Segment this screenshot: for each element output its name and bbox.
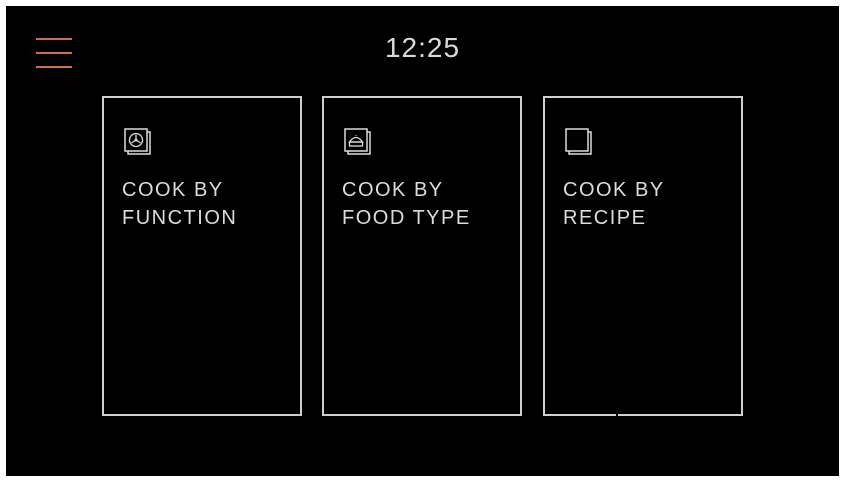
- cook-by-function-line2: FUNCTION: [122, 207, 238, 229]
- oven-display-screen: 12:25 COOK BY FUNCTION COOK BY FOOD TYPE: [6, 6, 839, 476]
- cook-by-recipe-line1: COOK BY: [563, 179, 665, 201]
- cook-by-recipe-card[interactable]: COOK BY RECIPE: [543, 96, 743, 416]
- cook-by-food-type-line1: COOK BY: [342, 179, 444, 201]
- cook-by-food-type-label: COOK BY FOOD TYPE: [342, 176, 512, 232]
- scroll-indicator: [616, 340, 618, 416]
- cook-by-recipe-label: COOK BY RECIPE: [563, 176, 733, 232]
- clock-time: 12:25: [384, 32, 461, 63]
- hamburger-menu-icon-bar-bottom: [36, 66, 72, 68]
- cook-by-food-type-line2: FOOD TYPE: [342, 207, 471, 229]
- cook-by-recipe-line2: RECIPE: [563, 207, 647, 229]
- cook-by-function-line1: COOK BY: [122, 179, 224, 201]
- recipe-book-icon: [565, 128, 592, 155]
- cook-by-function-card[interactable]: COOK BY FUNCTION: [102, 96, 302, 416]
- fan-function-icon: [124, 128, 151, 155]
- food-type-icon: [344, 128, 371, 155]
- cook-by-food-type-card[interactable]: COOK BY FOOD TYPE: [322, 96, 522, 416]
- cook-by-function-label: COOK BY FUNCTION: [122, 176, 292, 232]
